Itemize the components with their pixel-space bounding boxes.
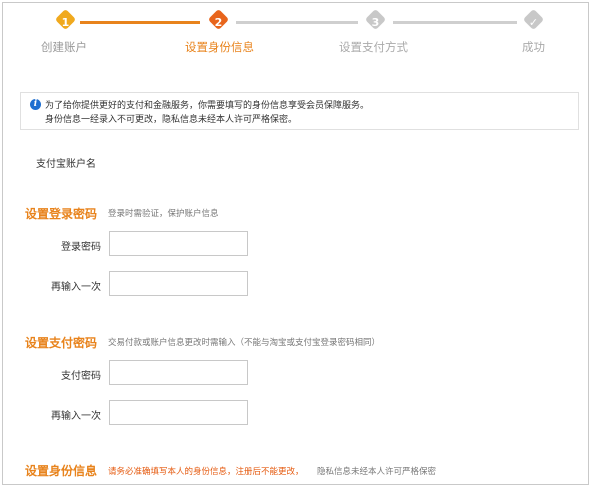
step-connector-3 <box>393 21 517 24</box>
step-2-number: 2 <box>214 16 223 29</box>
progress-stepper: 1 创建账户 2 设置身份信息 3 设置支付方式 ✓ 成功 <box>3 3 588 63</box>
pay-password-confirm-input[interactable] <box>109 400 248 425</box>
login-password-input[interactable] <box>109 231 248 256</box>
step-1-number: 1 <box>61 16 70 29</box>
step-3-label: 设置支付方式 <box>339 40 408 54</box>
step-3-number: 3 <box>371 16 380 29</box>
info-icon: i <box>30 99 41 110</box>
identity-section-warning: 请务必准确填写本人的身份信息，注册后不能更改， <box>108 467 304 477</box>
step-connector-1 <box>80 21 200 24</box>
login-password-confirm-label: 再输入一次 <box>51 282 101 293</box>
identity-section-title: 设置身份信息 <box>25 464 98 478</box>
info-notice: i 为了给你提供更好的支付和金融服务，你需要填写的身份信息享受会员保障服务。 身… <box>20 92 579 130</box>
step-2-label: 设置身份信息 <box>185 40 254 54</box>
pay-password-confirm-label: 再输入一次 <box>51 411 101 422</box>
step-connector-2 <box>236 21 358 24</box>
notice-line-1: 为了给你提供更好的支付和金融服务，你需要填写的身份信息享受会员保障服务。 <box>45 101 370 111</box>
pay-password-label: 支付密码 <box>61 371 101 382</box>
login-section-title: 设置登录密码 <box>25 207 98 221</box>
pay-section-title: 设置支付密码 <box>25 336 98 350</box>
pay-password-input[interactable] <box>109 360 248 385</box>
identity-section-privacy-note: 隐私信息未经本人许可严格保密 <box>317 467 437 477</box>
login-password-label: 登录密码 <box>61 242 101 253</box>
login-password-confirm-input[interactable] <box>109 271 248 296</box>
notice-line-2: 身份信息一经录入不可更改，隐私信息未经本人许可严格保密。 <box>45 115 298 125</box>
account-name-label: 支付宝账户名 <box>36 159 96 170</box>
step-4-label: 成功 <box>522 40 545 54</box>
step-1-label: 创建账户 <box>41 40 87 54</box>
check-icon: ✓ <box>528 16 539 29</box>
login-section-hint: 登录时需验证，保护账户信息 <box>108 209 219 219</box>
registration-page: 1 创建账户 2 设置身份信息 3 设置支付方式 ✓ 成功 i 为了给你提供更好… <box>2 2 589 485</box>
pay-section-hint: 交易付款或账户信息更改时需输入（不能与淘宝或支付宝登录密码相同） <box>108 338 381 348</box>
